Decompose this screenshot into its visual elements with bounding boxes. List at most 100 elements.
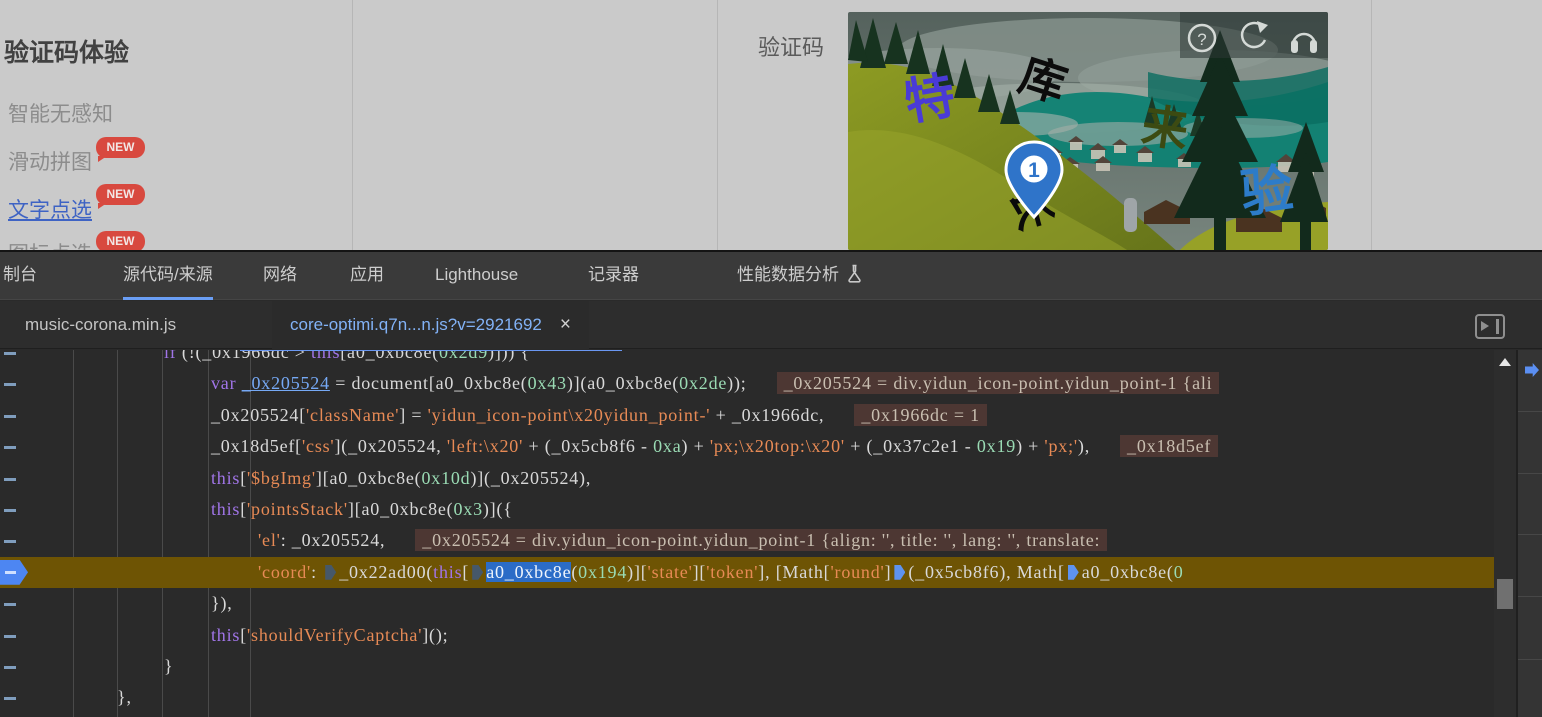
code-line[interactable]: }: [0, 651, 1494, 682]
code-segment: 'px;\x20top:\x20': [710, 436, 845, 456]
code-segment: = document[a0_0xbc8e(: [330, 373, 528, 393]
file-tab-music-corona[interactable]: music-corona.min.js: [25, 301, 176, 349]
captcha-char-1[interactable]: 特: [900, 67, 959, 131]
sidebar-item-slide[interactable]: 滑动拼图: [8, 146, 92, 176]
code-line[interactable]: this['$bgImg'][a0_0xbc8e(0x10d)](_0x2055…: [0, 463, 1494, 494]
gutter-mark[interactable]: [4, 603, 16, 606]
code-segment: _0x22ad00(: [339, 562, 433, 582]
code-segment: 0x10d: [421, 468, 470, 488]
inline-step-marker-icon[interactable]: [894, 565, 905, 580]
editor-scrollbar[interactable]: [1494, 350, 1516, 717]
code-segment: ));: [727, 373, 746, 393]
gutter-mark[interactable]: [4, 383, 16, 386]
code-segment: },: [117, 687, 132, 707]
code-segment: )])) {: [488, 350, 530, 362]
code-segment: + _0x1966dc,: [710, 405, 824, 425]
code-editor[interactable]: if (!(_0x1966dc > this[a0_0xbc8e(0x2d9)]…: [0, 350, 1494, 717]
code-segment: [: [462, 562, 469, 582]
scrollbar-thumb[interactable]: [1497, 579, 1513, 609]
execution-pointer-icon[interactable]: [0, 560, 28, 585]
gutter-mark[interactable]: [4, 509, 16, 512]
code-line[interactable]: },: [0, 682, 1494, 713]
code-segment: 0x19: [977, 436, 1016, 456]
inline-step-marker-icon[interactable]: [1068, 565, 1079, 580]
tab-application[interactable]: 应用: [350, 252, 384, 297]
code-segment: }),: [211, 593, 233, 613]
close-icon[interactable]: ×: [560, 301, 571, 349]
sidebar-item-sense[interactable]: 智能无感知: [8, 98, 113, 128]
code-segment: 'px;': [1044, 436, 1078, 456]
inline-step-marker-icon[interactable]: [472, 565, 483, 580]
code-line[interactable]: _0x205524['className'] = 'yidun_icon-poi…: [0, 400, 1494, 431]
code-line[interactable]: var _0x205524 = document[a0_0xbc8e(0x43)…: [0, 368, 1494, 399]
code-segment: this: [211, 625, 240, 645]
code-segment: ](_0x205524,: [334, 436, 446, 456]
gutter-mark[interactable]: [4, 666, 16, 669]
code-segment: ], [Math[: [758, 562, 830, 582]
gutter-mark[interactable]: [4, 352, 16, 355]
code-lines: if (!(_0x1966dc > this[a0_0xbc8e(0x2d9)]…: [0, 350, 1494, 714]
code-segment: if: [164, 350, 177, 362]
file-tab-core-optimi[interactable]: core-optimi.q7n...n.js?v=2921692×: [272, 301, 589, 349]
code-line[interactable]: this['shouldVerifyCaptcha']();: [0, 620, 1494, 651]
code-segment: '$bgImg': [247, 468, 316, 488]
gutter-mark[interactable]: [4, 635, 16, 638]
debugger-sidebar-edge: [1516, 350, 1542, 717]
svg-text:?: ?: [1197, 30, 1206, 49]
captcha-char-3[interactable]: 来: [1139, 99, 1192, 157]
code-line[interactable]: }),: [0, 588, 1494, 619]
code-segment: 0xa: [653, 436, 681, 456]
code-segment: [a0_0xbc8e(: [340, 350, 439, 362]
code-segment: _0x18d5ef[: [211, 436, 302, 456]
toggle-panel-icon[interactable]: [1475, 314, 1505, 339]
code-segment: 'css': [302, 436, 335, 456]
code-line[interactable]: this['pointsStack'][a0_0xbc8e(0x3)]({: [0, 494, 1494, 525]
code-segment: ][a0_0xbc8e(: [316, 468, 422, 488]
tab-sources[interactable]: 源代码/来源: [123, 252, 213, 300]
code-segment: 'state': [648, 562, 693, 582]
code-line[interactable]: if (!(_0x1966dc > this[a0_0xbc8e(0x2d9)]…: [0, 350, 1494, 368]
gutter-mark[interactable]: [4, 478, 16, 481]
scroll-up-arrow[interactable]: [1499, 358, 1511, 366]
tab-performance-insights[interactable]: 性能数据分析: [737, 252, 862, 297]
code-segment: this: [211, 468, 240, 488]
tab-lighthouse[interactable]: Lighthouse: [435, 252, 518, 297]
code-segment: + (_0x5cb8f6 -: [523, 436, 653, 456]
demo-page: 验证码体验 智能无感知 滑动拼图 NEW 文字点选 NEW 图标点选 NEW 验…: [0, 0, 1542, 250]
code-segment: this: [211, 499, 240, 519]
tab-console[interactable]: 制台: [3, 252, 37, 297]
debugger-value-hint: _0x1966dc = 1: [854, 404, 987, 426]
code-segment: 'pointsStack': [247, 499, 348, 519]
paused-pointer-icon: [1525, 363, 1539, 377]
code-segment: )](_0x205524),: [470, 468, 591, 488]
gutter-mark[interactable]: [4, 446, 16, 449]
gutter-mark[interactable]: [4, 540, 16, 543]
code-segment: ]: [885, 562, 892, 582]
code-segment: var: [211, 373, 236, 393]
code-segment: 'className': [306, 405, 399, 425]
debugger-value-hint: _0x18d5ef: [1120, 435, 1218, 457]
tab-recorder[interactable]: 记录器: [588, 252, 639, 297]
sidebar-item-icon-click[interactable]: 图标点选: [8, 238, 92, 250]
gutter-mark[interactable]: [4, 415, 16, 418]
code-segment: [: [240, 625, 247, 645]
captcha-char-4[interactable]: 验: [1237, 160, 1297, 225]
tab-label: 性能数据分析: [737, 265, 839, 284]
inline-step-marker-icon[interactable]: [325, 565, 336, 580]
code-segment: this: [433, 562, 462, 582]
tab-network[interactable]: 网络: [263, 252, 297, 297]
captcha-image[interactable]: ? 特 库 来 验 长: [848, 12, 1328, 250]
divider: [1371, 0, 1372, 250]
sidebar-item-text-click[interactable]: 文字点选: [8, 194, 92, 224]
code-line[interactable]: _0x18d5ef['css'](_0x205524, 'left:\x20' …: [0, 431, 1494, 462]
gutter-mark[interactable]: [4, 697, 16, 700]
code-line[interactable]: 'el': _0x205524,_0x205524 = div.yidun_ic…: [0, 525, 1494, 556]
code-segment: ) +: [1016, 436, 1044, 456]
code-segment: )][: [627, 562, 647, 582]
code-segment: 'token': [706, 562, 758, 582]
code-line[interactable]: 'coord': _0x22ad00(this[a0_0xbc8e(0x194)…: [0, 557, 1494, 588]
code-segment: (_0x5cb8f6), Math[: [908, 562, 1064, 582]
code-segment: 0x3: [453, 499, 482, 519]
code-segment: (!(_0x1966dc >: [177, 350, 311, 362]
new-badge: NEW: [96, 231, 145, 250]
